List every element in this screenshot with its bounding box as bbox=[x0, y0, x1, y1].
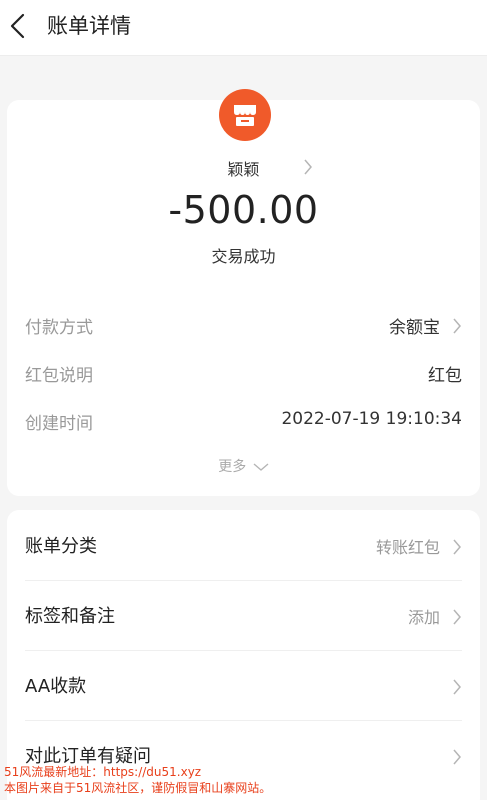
merchant-avatar bbox=[219, 89, 271, 141]
page-title: 账单详情 bbox=[47, 14, 131, 38]
more-label: 更多 bbox=[218, 459, 247, 475]
transaction-status: 交易成功 bbox=[211, 247, 276, 266]
chevron-right-icon bbox=[453, 609, 461, 625]
detail-value: 2022-07-19 19:10:34 bbox=[281, 409, 462, 429]
chevron-right-icon bbox=[304, 159, 312, 175]
merchant-link[interactable]: 颖颖 bbox=[7, 156, 480, 180]
more-toggle[interactable]: 更多 bbox=[7, 456, 480, 476]
detail-row-created-time: 创建时间 2022-07-19 19:10:34 bbox=[25, 405, 462, 435]
bill-category-item[interactable]: 账单分类 转账红包 bbox=[25, 510, 462, 580]
chevron-right-icon bbox=[453, 318, 461, 334]
watermark-line-1: 51风流最新地址：https://du51.xyz bbox=[4, 765, 202, 779]
item-value: 转账红包 bbox=[375, 538, 440, 557]
watermark-line-2: 本图片来自于51风流社区，谨防假冒和山寨网站。 bbox=[4, 781, 272, 795]
detail-label: 付款方式 bbox=[25, 318, 93, 338]
shop-icon bbox=[234, 105, 256, 126]
item-label: 标签和备注 bbox=[25, 606, 115, 627]
bill-actions-card: 账单分类 转账红包 标签和备注 添加 AA收款 对此订单有疑问 bbox=[7, 510, 480, 800]
transaction-amount: -500.00 bbox=[168, 188, 319, 232]
chevron-left-icon bbox=[10, 13, 25, 39]
app-header: 账单详情 bbox=[0, 0, 487, 56]
detail-label: 创建时间 bbox=[25, 414, 93, 434]
detail-value: 红包 bbox=[428, 366, 462, 386]
detail-value: 余额宝 bbox=[389, 318, 440, 338]
aa-collect-item[interactable]: AA收款 bbox=[25, 650, 462, 720]
detail-row-payment-method[interactable]: 付款方式 余额宝 bbox=[25, 309, 462, 339]
detail-label: 红包说明 bbox=[25, 366, 93, 386]
back-button[interactable] bbox=[8, 12, 32, 40]
tags-notes-item[interactable]: 标签和备注 添加 bbox=[25, 580, 462, 650]
chevron-right-icon bbox=[453, 539, 461, 555]
item-label: AA收款 bbox=[25, 676, 87, 697]
detail-row-redpacket-note: 红包说明 红包 bbox=[25, 357, 462, 387]
chevron-down-icon bbox=[253, 463, 269, 471]
transaction-summary-card: 颖颖 -500.00 交易成功 付款方式 余额宝 红包说明 红包 创建时间 20… bbox=[7, 89, 480, 496]
item-label: 账单分类 bbox=[25, 536, 97, 557]
item-value: 添加 bbox=[407, 608, 440, 627]
chevron-right-icon bbox=[453, 749, 461, 765]
merchant-name: 颖颖 bbox=[227, 160, 260, 179]
chevron-right-icon bbox=[453, 679, 461, 695]
